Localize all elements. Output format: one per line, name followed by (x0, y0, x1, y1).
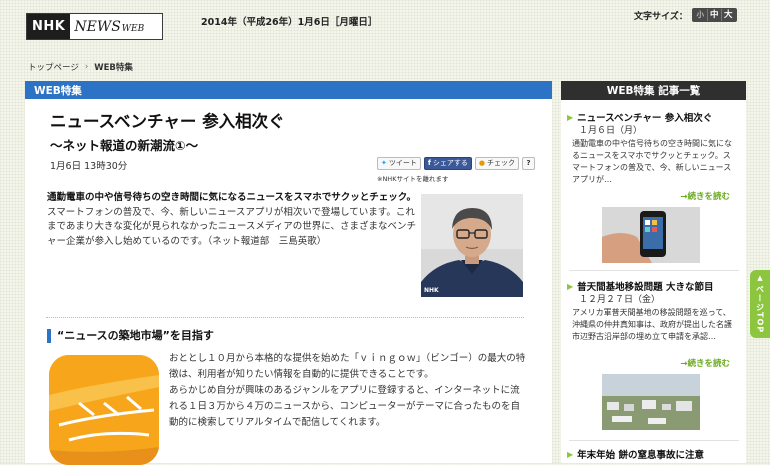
logo-news-text: NEWS WEB (74, 18, 145, 35)
nhk-news-web-logo[interactable]: NHK NEWS WEB (26, 13, 163, 40)
sidebar-divider (569, 440, 739, 441)
lead-body-text: スマートフォンの普及で、今、新しいニュースアプリが相次いで登場しています。これま… (47, 206, 416, 247)
section-divider (46, 317, 524, 318)
sidebar-article-date: １月６日（月） (579, 126, 643, 136)
futenma-base-thumbnail-image[interactable] (602, 374, 700, 430)
page-top-label: ページTOP (755, 285, 765, 334)
reporter-portrait-photo: NHK (421, 194, 523, 297)
arrow-right-icon: ▶ (567, 449, 574, 459)
breadcrumb-current: WEB特集 (94, 63, 133, 73)
social-buttons: ✦ ツイート f シェアする ● チェック ? (377, 157, 536, 170)
current-date: 2014年（平成26年）1月6日［月曜日］ (201, 17, 378, 28)
logo-nhk-mark: NHK (27, 14, 71, 39)
sidebar-article-item[interactable]: ▶ 普天間基地移設問題 大きな節目 １２月２７日（金） アメリカ軍普天間基地の移設… (561, 279, 746, 439)
article-published-time: 1月6日 13時30分 (50, 161, 128, 172)
sidebar-article-summary: アメリカ軍普天間基地の移設問題を巡って、沖縄県の仲井真知事は、政府が提出した名護… (572, 308, 732, 341)
sidebar-divider (569, 270, 739, 271)
vingow-app-icon-image (49, 355, 159, 465)
font-size-medium-button[interactable]: 中 (708, 9, 722, 21)
sidebar-title: WEB特集 記事一覧 (561, 81, 746, 100)
facebook-share-button[interactable]: f シェアする (423, 157, 472, 170)
article-lead: 通勤電車の中や信号待ちの空き時間に気になるニュースをスマホでサクッとチェック。 … (47, 191, 419, 249)
arrow-right-icon: ▶ (567, 281, 574, 291)
hatena-icon: ● (478, 159, 486, 167)
tweet-button[interactable]: ✦ ツイート (377, 157, 421, 170)
smartphone-thumbnail-image[interactable] (602, 207, 700, 263)
read-more-link[interactable]: →続きを読む (680, 190, 730, 202)
article-section-tab: WEB特集 (25, 81, 552, 99)
leaving-nhk-note: ※NHKサイトを離れます (377, 175, 449, 183)
breadcrumb-separator: › (84, 62, 89, 72)
sidebar-article-item[interactable]: ▶ 年末年始 餅の窒息事故に注意 (561, 447, 746, 463)
article-list-sidebar: WEB特集 記事一覧 ▶ ニュースベンチャー 参入相次ぐ １月６日（月） 通勤電車… (561, 81, 746, 463)
sidebar-article-title[interactable]: ▶ ニュースベンチャー 参入相次ぐ (567, 110, 712, 125)
sidebar-article-title[interactable]: ▶ 普天間基地移設問題 大きな節目 (567, 279, 713, 294)
breadcrumb: トップページ › WEB特集 (0, 57, 770, 77)
section-paragraph-2: あらかじめ自分が興味のあるジャンルをアプリに登録すると、インターネットに流れる１… (169, 385, 521, 428)
page-top-button[interactable]: ▲ ページTOP (750, 270, 770, 338)
sidebar-article-item[interactable]: ▶ ニュースベンチャー 参入相次ぐ １月６日（月） 通勤電車の中や信号待ちの空き時… (561, 110, 746, 290)
section-heading: “ニュースの築地市場”を目指す (47, 329, 214, 343)
facebook-f-icon: f (427, 159, 431, 167)
article-subtitle: ～ネット報道の新潮流①～ (50, 138, 199, 153)
sidebar-article-date: １２月２７日（金） (579, 295, 661, 305)
section-body: おととし１０月から本格的な提供を始めた「ｖｉｎｇｏｗ」（ビンゴー）の最大の特徴は… (169, 351, 527, 431)
site-header: NHK NEWS WEB 2014年（平成26年）1月6日［月曜日］ 文字サイズ：… (0, 0, 770, 46)
font-size-large-button[interactable]: 大 (722, 9, 735, 21)
arrow-right-icon: ▶ (567, 112, 574, 122)
read-more-link[interactable]: →続きを読む (680, 357, 730, 369)
font-size-control: 文字サイズ： 小 中 大 (634, 8, 737, 22)
lead-bold-sentence: 通勤電車の中や信号待ちの空き時間に気になるニュースをスマホでサクッとチェック。 (47, 192, 416, 203)
sidebar-article-summary: 通勤電車の中や信号待ちの空き時間に気になるニュースをスマホでサクッとチェック。ス… (572, 139, 732, 184)
article-panel: WEB特集 ニュースベンチャー 参入相次ぐ ～ネット報道の新潮流①～ 1月6日 … (25, 81, 552, 465)
font-size-buttons: 小 中 大 (691, 8, 737, 22)
sidebar-article-title[interactable]: ▶ 年末年始 餅の窒息事故に注意 (567, 447, 704, 462)
article-title: ニュースベンチャー 参入相次ぐ (50, 112, 285, 131)
photo-credit-watermark: NHK (424, 287, 439, 294)
font-size-label: 文字サイズ： (634, 11, 688, 22)
section-paragraph-1: おととし１０月から本格的な提供を始めた「ｖｉｎｇｏｗ」（ビンゴー）の最大の特徴は… (169, 353, 526, 380)
font-size-small-button[interactable]: 小 (694, 9, 708, 21)
up-triangle-icon: ▲ (757, 274, 763, 283)
twitter-bird-icon: ✦ (381, 159, 387, 167)
hatena-check-button[interactable]: ● チェック (474, 157, 520, 170)
breadcrumb-home-link[interactable]: トップページ (28, 61, 79, 73)
help-button[interactable]: ? (522, 157, 536, 170)
